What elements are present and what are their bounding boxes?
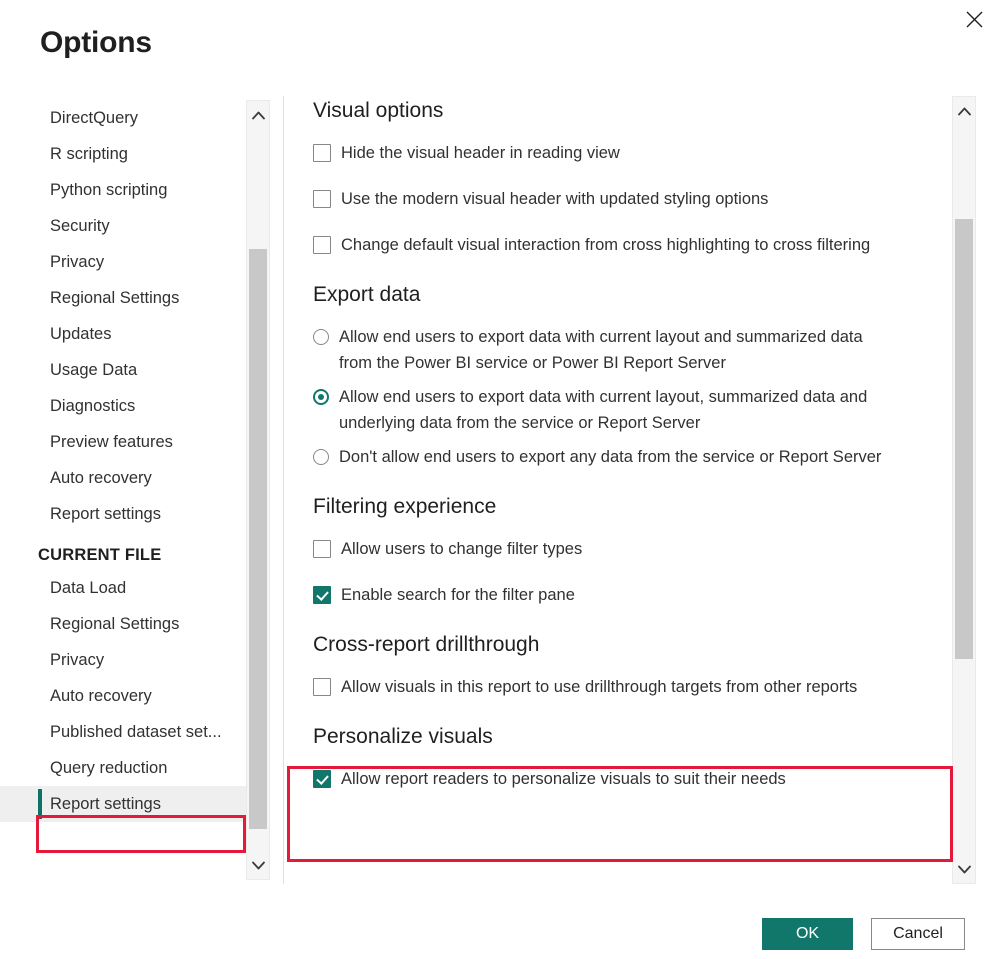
sidebar-item-privacy[interactable]: Privacy xyxy=(0,642,246,678)
sidebar-item-report-settings[interactable]: Report settings xyxy=(0,496,246,532)
option-label: Enable search for the filter pane xyxy=(341,582,575,608)
sidebar-item-auto-recovery[interactable]: Auto recovery xyxy=(0,678,246,714)
checkbox-row-allow-report-readers-to-personalize-visu[interactable]: Allow report readers to personalize visu… xyxy=(313,762,952,796)
radio-row-allow-end-users-to-export-data-with-curr[interactable]: Allow end users to export data with curr… xyxy=(313,380,952,440)
sidebar-group-title: CURRENT FILE xyxy=(0,532,246,570)
content-scrollbar[interactable] xyxy=(952,96,976,884)
personalize-visuals-group: Allow report readers to personalize visu… xyxy=(284,762,952,796)
option-label: Allow end users to export data with curr… xyxy=(339,324,899,376)
checkbox-checked-icon[interactable] xyxy=(313,770,331,788)
radio-unselected-icon[interactable] xyxy=(313,329,329,345)
option-label: Use the modern visual header with update… xyxy=(341,186,768,212)
option-label: Allow visuals in this report to use dril… xyxy=(341,674,857,700)
sidebar-item-regional-settings[interactable]: Regional Settings xyxy=(0,280,246,316)
checkbox-row-enable-search-for-the-filter-pane[interactable]: Enable search for the filter pane xyxy=(313,578,952,612)
section-heading-visual-options: Visual options xyxy=(313,96,952,126)
sidebar-item-security[interactable]: Security xyxy=(0,208,246,244)
sidebar-scrollbar[interactable] xyxy=(246,100,270,880)
settings-content-panel: Visual options Hide the visual header in… xyxy=(284,96,952,884)
radio-unselected-icon[interactable] xyxy=(313,449,329,465)
checkbox-row-allow-visuals-in-this-report-to-use-dril[interactable]: Allow visuals in this report to use dril… xyxy=(313,670,952,704)
sidebar-item-regional-settings[interactable]: Regional Settings xyxy=(0,606,246,642)
sidebar-item-preview-features[interactable]: Preview features xyxy=(0,424,246,460)
section-heading-personalize-visuals: Personalize visuals xyxy=(313,722,952,752)
checkbox-unchecked-icon[interactable] xyxy=(313,144,331,162)
global-settings-nav: DirectQueryR scriptingPython scriptingSe… xyxy=(0,100,246,532)
sidebar-item-diagnostics[interactable]: Diagnostics xyxy=(0,388,246,424)
options-dialog: Options DirectQueryR scriptingPython scr… xyxy=(0,0,1002,959)
sidebar-item-r-scripting[interactable]: R scripting xyxy=(0,136,246,172)
sidebar-scroll-up-icon[interactable] xyxy=(247,101,269,129)
option-label: Allow report readers to personalize visu… xyxy=(341,766,786,792)
content-scrollbar-thumb[interactable] xyxy=(955,219,973,659)
sidebar-item-directquery[interactable]: DirectQuery xyxy=(0,100,246,136)
section-heading-filtering-experience: Filtering experience xyxy=(313,492,952,522)
sidebar-item-report-settings[interactable]: Report settings xyxy=(0,786,246,822)
sidebar-scroll-down-icon[interactable] xyxy=(247,851,269,879)
radio-row-don-t-allow-end-users-to-export-any-data[interactable]: Don't allow end users to export any data… xyxy=(313,440,952,474)
checkbox-row-hide-the-visual-header-in-reading-view[interactable]: Hide the visual header in reading view xyxy=(313,136,952,170)
close-icon[interactable] xyxy=(952,2,996,36)
cross-report-drillthrough-group: Allow visuals in this report to use dril… xyxy=(284,670,952,704)
export-data-radio-group: Allow end users to export data with curr… xyxy=(284,320,952,474)
option-label: Allow end users to export data with curr… xyxy=(339,384,899,436)
sidebar-item-privacy[interactable]: Privacy xyxy=(0,244,246,280)
option-label: Don't allow end users to export any data… xyxy=(339,444,881,470)
checkbox-unchecked-icon[interactable] xyxy=(313,540,331,558)
filtering-experience-group: Allow users to change filter types Enable… xyxy=(284,532,952,612)
sidebar-item-auto-recovery[interactable]: Auto recovery xyxy=(0,460,246,496)
option-label: Change default visual interaction from c… xyxy=(341,232,870,258)
checkbox-row-use-the-modern-visual-header-with-update[interactable]: Use the modern visual header with update… xyxy=(313,182,952,216)
content-scroll-up-icon[interactable] xyxy=(953,97,975,125)
settings-sidebar: DirectQueryR scriptingPython scriptingSe… xyxy=(0,100,246,880)
sidebar-scrollbar-thumb[interactable] xyxy=(249,249,267,829)
section-heading-export-data: Export data xyxy=(313,280,952,310)
ok-button[interactable]: OK xyxy=(762,918,853,950)
section-heading-cross-report-drillthrough: Cross-report drillthrough xyxy=(313,630,952,660)
sidebar-item-python-scripting[interactable]: Python scripting xyxy=(0,172,246,208)
visual-options-group: Hide the visual header in reading view Us… xyxy=(284,136,952,262)
option-label: Hide the visual header in reading view xyxy=(341,140,620,166)
sidebar-item-updates[interactable]: Updates xyxy=(0,316,246,352)
sidebar-item-published-dataset-set[interactable]: Published dataset set... xyxy=(0,714,246,750)
checkbox-row-change-default-visual-interaction-from-c[interactable]: Change default visual interaction from c… xyxy=(313,228,952,262)
sidebar-item-data-load[interactable]: Data Load xyxy=(0,570,246,606)
cancel-button[interactable]: Cancel xyxy=(871,918,965,950)
sidebar-item-usage-data[interactable]: Usage Data xyxy=(0,352,246,388)
checkbox-unchecked-icon[interactable] xyxy=(313,678,331,696)
current-file-settings-nav: Data LoadRegional SettingsPrivacyAuto re… xyxy=(0,570,246,822)
settings-content-scroll-area: Visual options Hide the visual header in… xyxy=(284,96,952,808)
checkbox-row-allow-users-to-change-filter-types[interactable]: Allow users to change filter types xyxy=(313,532,952,566)
radio-row-allow-end-users-to-export-data-with-curr[interactable]: Allow end users to export data with curr… xyxy=(313,320,952,380)
checkbox-checked-icon[interactable] xyxy=(313,586,331,604)
option-label: Allow users to change filter types xyxy=(341,536,582,562)
content-scroll-down-icon[interactable] xyxy=(953,855,975,883)
sidebar-item-query-reduction[interactable]: Query reduction xyxy=(0,750,246,786)
dialog-footer: OK Cancel xyxy=(0,884,1002,959)
checkbox-unchecked-icon[interactable] xyxy=(313,190,331,208)
checkbox-unchecked-icon[interactable] xyxy=(313,236,331,254)
page-title: Options xyxy=(40,26,152,60)
radio-selected-icon[interactable] xyxy=(313,389,329,405)
